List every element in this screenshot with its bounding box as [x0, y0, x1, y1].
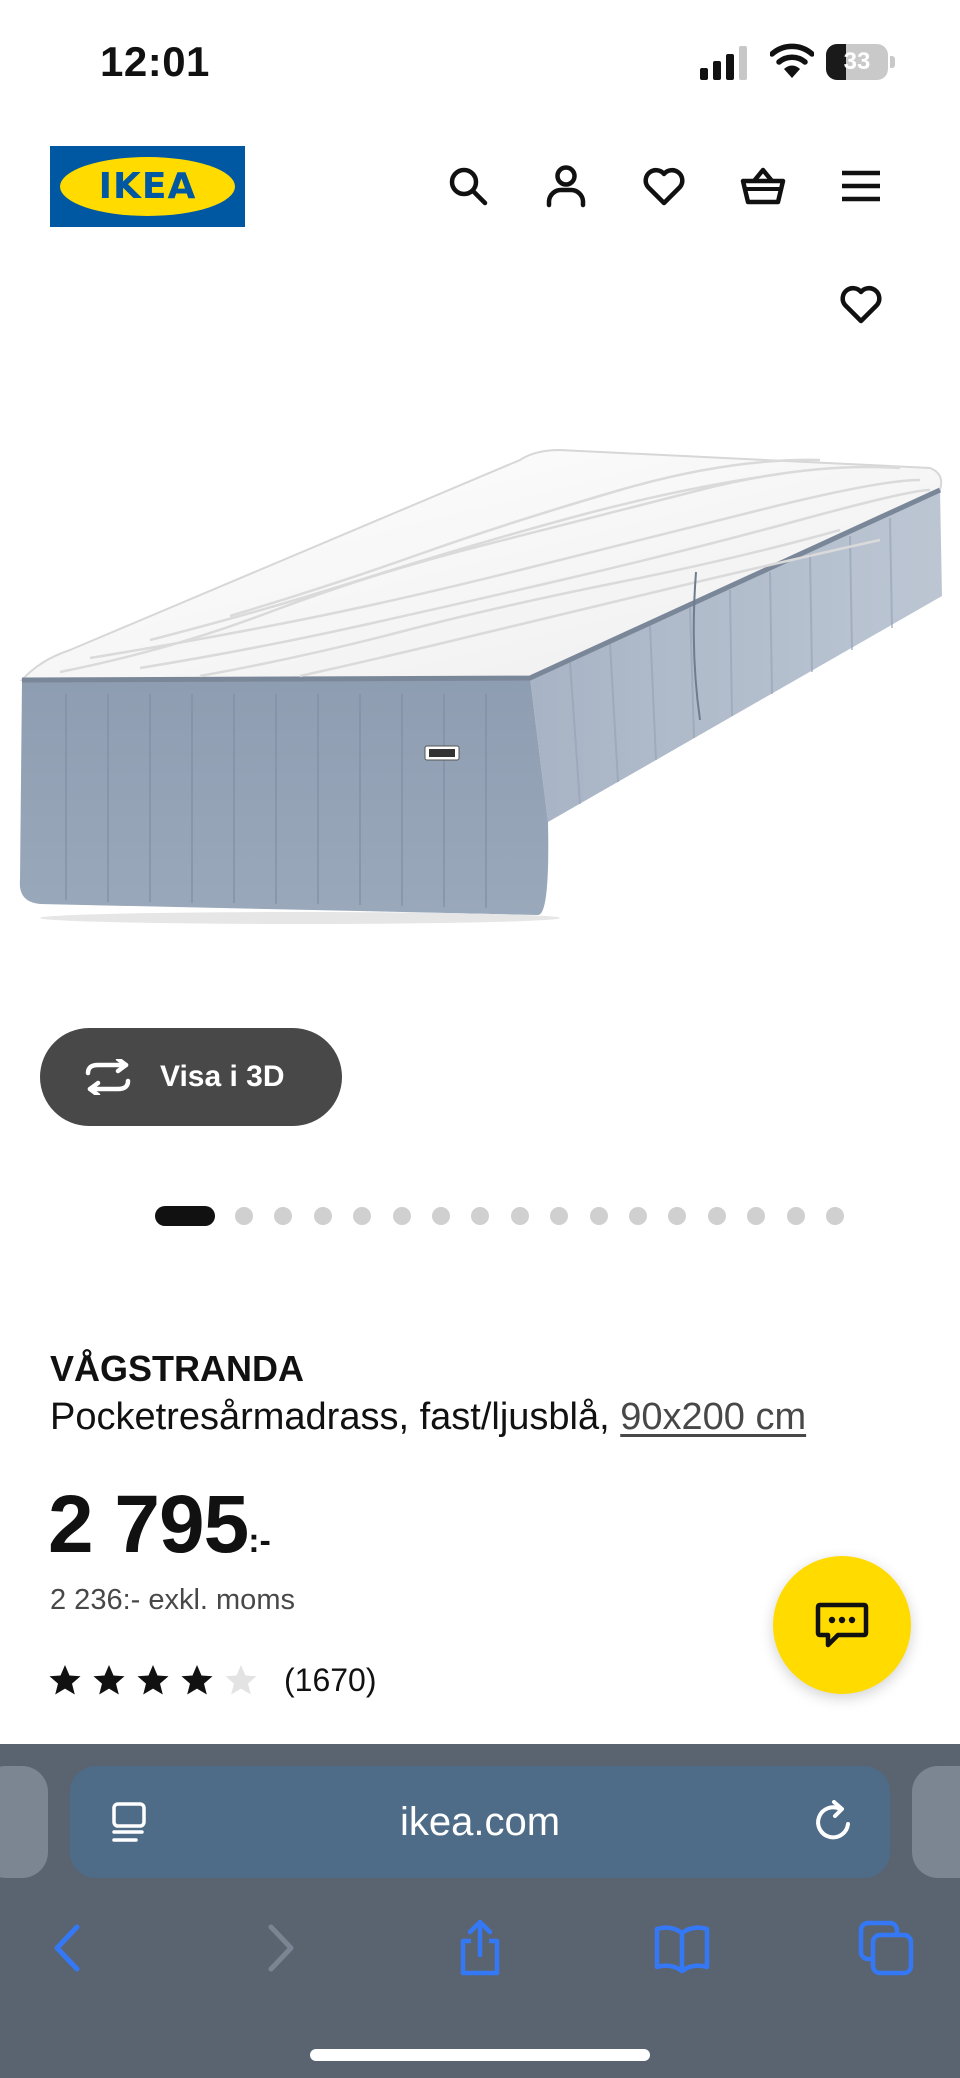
- site-header: IKEA: [0, 130, 960, 242]
- battery-level: 33: [843, 48, 871, 75]
- ikea-logo[interactable]: IKEA: [50, 146, 245, 227]
- share-icon: [460, 1919, 500, 1976]
- tabs-button[interactable]: [846, 1908, 926, 1988]
- rotate-3d-icon: [85, 1059, 131, 1095]
- heart-icon: [840, 285, 882, 324]
- star-filled-icon: [137, 1665, 169, 1695]
- rating-stars: [48, 1663, 268, 1697]
- home-indicator: [310, 2049, 650, 2061]
- chat-button[interactable]: [773, 1556, 911, 1694]
- product-description: Pocketresårmadrass, fast/ljusblå, 90x200…: [50, 1396, 806, 1439]
- carousel-dot[interactable]: [353, 1207, 372, 1225]
- logo-text: IKEA: [98, 166, 197, 207]
- address-bar[interactable]: ikea.com: [70, 1766, 890, 1878]
- chevron-right-icon: [268, 1924, 294, 1972]
- share-button[interactable]: [440, 1908, 520, 1988]
- star-filled-icon: [49, 1665, 81, 1695]
- carousel-dot[interactable]: [392, 1207, 411, 1225]
- carousel-dot[interactable]: [747, 1207, 766, 1225]
- menu-button[interactable]: [833, 158, 889, 214]
- carousel-dot[interactable]: [274, 1207, 293, 1225]
- image-carousel-indicator[interactable]: [0, 1204, 960, 1228]
- heart-icon: [643, 167, 685, 206]
- carousel-dot[interactable]: [668, 1207, 687, 1225]
- product-rating[interactable]: (1670): [48, 1660, 377, 1700]
- back-button[interactable]: [30, 1908, 110, 1988]
- tabs-icon: [858, 1920, 914, 1976]
- product-image-mattress[interactable]: [0, 350, 960, 1000]
- favorites-button[interactable]: [636, 158, 692, 214]
- carousel-dot-active[interactable]: [155, 1206, 215, 1226]
- star-empty-icon: [225, 1665, 257, 1695]
- price-value: 2 795: [48, 1479, 249, 1570]
- wifi-icon: [770, 43, 814, 78]
- add-to-favorites-button[interactable]: [833, 276, 889, 332]
- carousel-dot[interactable]: [707, 1207, 726, 1225]
- bookmarks-button[interactable]: [642, 1908, 722, 1988]
- carousel-dot[interactable]: [432, 1207, 450, 1225]
- star-filled-icon: [93, 1665, 125, 1695]
- book-icon: [654, 1925, 710, 1974]
- search-icon: [449, 167, 488, 206]
- carousel-dot[interactable]: [786, 1207, 805, 1225]
- chat-bubble-icon: [815, 1602, 869, 1648]
- previous-tab-edge[interactable]: [0, 1766, 48, 1878]
- forward-button[interactable]: [238, 1908, 318, 1988]
- review-count: (1670): [284, 1661, 377, 1698]
- basket-button[interactable]: [735, 158, 791, 214]
- view-in-3d-button[interactable]: Visa i 3D: [40, 1028, 342, 1126]
- price-excl-vat: 2 236:- exkl. moms: [50, 1584, 295, 1616]
- carousel-dot[interactable]: [235, 1207, 253, 1225]
- battery-icon: 33: [826, 44, 896, 80]
- product-type: Pocketresårmadrass, fast/ljusblå,: [50, 1396, 621, 1438]
- price-suffix: :-: [248, 1522, 271, 1560]
- hamburger-menu-icon: [842, 170, 880, 202]
- product-size-link[interactable]: 90x200 cm: [620, 1396, 806, 1438]
- next-tab-edge[interactable]: [912, 1766, 960, 1878]
- reload-icon[interactable]: [810, 1798, 858, 1846]
- carousel-dot[interactable]: [629, 1207, 647, 1225]
- carousel-dot[interactable]: [550, 1207, 569, 1225]
- carousel-dot[interactable]: [510, 1207, 529, 1225]
- star-filled-icon: [181, 1665, 213, 1695]
- browser-toolbar: [0, 1908, 960, 2018]
- cellular-signal-icon: [700, 46, 747, 80]
- account-button[interactable]: [538, 158, 594, 214]
- basket-icon: [740, 167, 786, 205]
- status-time: 12:01: [100, 38, 210, 85]
- carousel-dot[interactable]: [471, 1207, 490, 1225]
- carousel-dot[interactable]: [313, 1207, 332, 1225]
- carousel-dot[interactable]: [826, 1207, 844, 1225]
- view-in-3d-label: Visa i 3D: [160, 1060, 285, 1093]
- chevron-left-icon: [54, 1924, 80, 1972]
- search-button[interactable]: [440, 158, 496, 214]
- product-price: 2 795:-: [48, 1478, 271, 1572]
- browser-chrome: ikea.com: [0, 1744, 960, 2078]
- url-text: ikea.com: [399, 1800, 561, 1844]
- status-bar: 12:01 33: [0, 0, 960, 120]
- product-name: VÅGSTRANDA: [50, 1348, 305, 1389]
- account-icon: [546, 165, 586, 208]
- carousel-dot[interactable]: [589, 1207, 608, 1225]
